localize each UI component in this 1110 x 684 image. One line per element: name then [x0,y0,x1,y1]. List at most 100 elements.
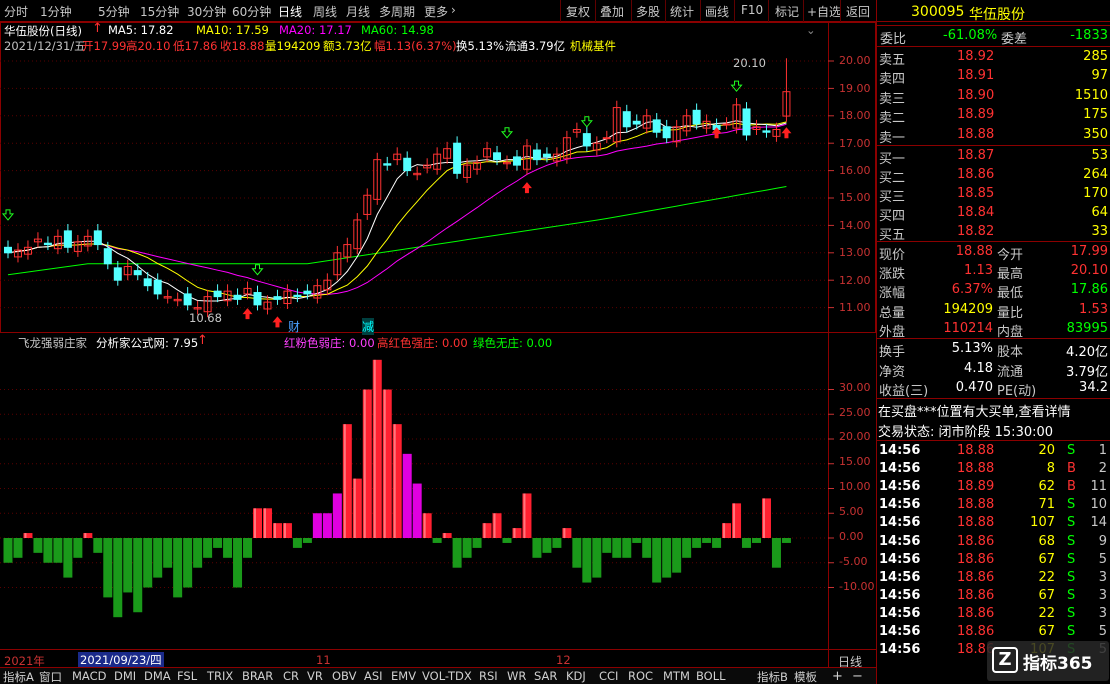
tab-macd[interactable]: MACD [72,669,106,683]
stat-label: 最低 [997,286,1024,302]
period-tab-30min[interactable]: 30分钟 [187,3,226,20]
tab-rsi[interactable]: RSI [479,669,498,683]
sell-level-1[interactable]: 卖一 18.88 350 [877,126,1110,146]
indicator-bar-highlight [483,523,486,538]
buy-level-5[interactable]: 买五 18.82 33 [877,223,1110,243]
buy-level-3[interactable]: 买三 18.85 170 [877,185,1110,205]
candle-body [493,152,502,161]
finance-marker[interactable]: 财 [288,318,300,335]
candle-body [602,137,611,140]
kline-chart-area[interactable] [0,22,876,684]
tab-sar[interactable]: SAR [534,669,557,683]
indicator-bar-highlight [393,424,396,538]
tab-roc[interactable]: ROC [628,669,653,683]
tab-cr[interactable]: CR [283,669,299,683]
tab-wr[interactable]: WR [507,669,526,683]
tick-side: S [1067,551,1076,567]
indicator-bar-highlight [273,523,276,538]
tick-side: S [1067,624,1076,639]
divider [877,398,1110,399]
indicator-bar [203,538,213,558]
indicator-bar [612,538,622,558]
mark-button[interactable]: 标记 [775,3,799,20]
sell-level-4[interactable]: 卖四 18.91 97 [877,67,1110,87]
sell-level-5[interactable]: 卖五 18.92 285 [877,48,1110,68]
tab-boll[interactable]: BOLL [696,669,726,683]
tab-vol-tdx[interactable]: VOL-TDX [422,669,472,683]
tab-indicator-a[interactable]: 指标A [3,669,34,684]
period-tab-more[interactable]: 更多 [424,3,448,20]
price-tick: 18.00 [839,109,871,122]
stat-label: 总量 [879,305,906,321]
stat-label: 收益(三) [879,384,929,399]
tab-dma[interactable]: DMA [144,669,171,683]
tab-template[interactable]: 模板 [794,669,817,684]
stat-value: 194209 [943,301,993,317]
draw-line-button[interactable]: 画线 [705,3,729,20]
fuquan-button[interactable]: 复权 [566,3,590,20]
tick-price: 18.86 [957,605,995,621]
tab-trix[interactable]: TRIX [207,669,233,683]
tab-dmi[interactable]: DMI [114,669,136,683]
sell-level-3[interactable]: 卖三 18.90 1510 [877,87,1110,107]
sell-level-2[interactable]: 卖二 18.89 175 [877,106,1110,126]
add-watchlist-button[interactable]: +自选 [807,3,841,20]
tick-row: 14:56 18.86 67 S 5 [877,623,1110,642]
stat-value: 0.470 [955,380,993,395]
tab-obv[interactable]: OBV [332,669,356,683]
period-tab-daily[interactable]: 日线 [278,3,302,20]
tab-fsl[interactable]: FSL [177,669,197,683]
candle-body [403,157,412,172]
indicator-bar [462,538,472,558]
sector-label[interactable]: 机械基件 [570,38,616,54]
f10-button[interactable]: F10 [741,3,763,17]
period-tab-15min[interactable]: 15分钟 [140,3,179,20]
overlay-button[interactable]: 叠加 [600,3,624,20]
indicator-bar [402,453,412,538]
tab-window[interactable]: 窗口 [39,669,62,684]
period-tab-1min[interactable]: 1分钟 [40,3,72,20]
divider [803,0,804,22]
indicator-name[interactable]: 飞龙强弱庄家 [18,335,87,351]
period-tab-60min[interactable]: 60分钟 [232,3,271,20]
indicator-bar [502,538,512,543]
period-tab-multi[interactable]: 多周期 [379,3,415,20]
tab-emv[interactable]: EMV [391,669,416,683]
period-tab-5min[interactable]: 5分钟 [98,3,130,20]
weicha-value: -1833 [1070,28,1108,43]
quote-row: 现价 18.88 今开 17.99 [877,243,1110,263]
level-volume: 97 [1091,68,1108,84]
statistics-button[interactable]: 统计 [670,3,694,20]
big-order-notice[interactable]: 在买盘***位置有大买单,查看详情 [878,401,1071,420]
notice-row[interactable]: 在买盘***位置有大买单,查看详情 [877,400,1110,420]
tab-kdj[interactable]: KDJ [566,669,586,683]
chevron-down-icon[interactable]: ⌄ [806,23,816,37]
period-tab-monthly[interactable]: 月线 [346,3,370,20]
period-tab-fenshi[interactable]: 分时 [4,3,28,20]
indicator-bar-highlight [353,478,356,538]
tab-mtm[interactable]: MTM [663,669,690,683]
indicator-bar [143,538,153,588]
indicator-bar [292,538,302,548]
tab-cci[interactable]: CCI [599,669,618,683]
stat-value: 18.88 [955,244,993,259]
buy-level-2[interactable]: 买二 18.86 264 [877,166,1110,186]
tab-asi[interactable]: ASI [364,669,383,683]
plus-icon[interactable]: + [832,669,843,684]
indicator-bar [632,538,642,543]
indicator-bar [662,538,672,578]
buy-level-4[interactable]: 买四 18.84 64 [877,204,1110,224]
candle-body [93,230,102,246]
tab-vr[interactable]: VR [307,669,323,683]
buy-level-1[interactable]: 买一 18.87 53 [877,147,1110,167]
tab-indicator-b[interactable]: 指标B [757,669,788,684]
period-tab-weekly[interactable]: 周线 [313,3,337,20]
multi-stock-button[interactable]: 多股 [636,3,660,20]
tab-brar[interactable]: BRAR [242,669,273,683]
trading-status: 交易状态: 闭市阶段 15:30:00 [878,425,1054,440]
minus-icon[interactable]: − [852,669,863,684]
tick-count: 2 [1098,461,1107,477]
back-button[interactable]: 返回 [846,3,870,20]
reduce-marker[interactable]: 减 [362,318,375,335]
indicator-bar [452,538,462,568]
